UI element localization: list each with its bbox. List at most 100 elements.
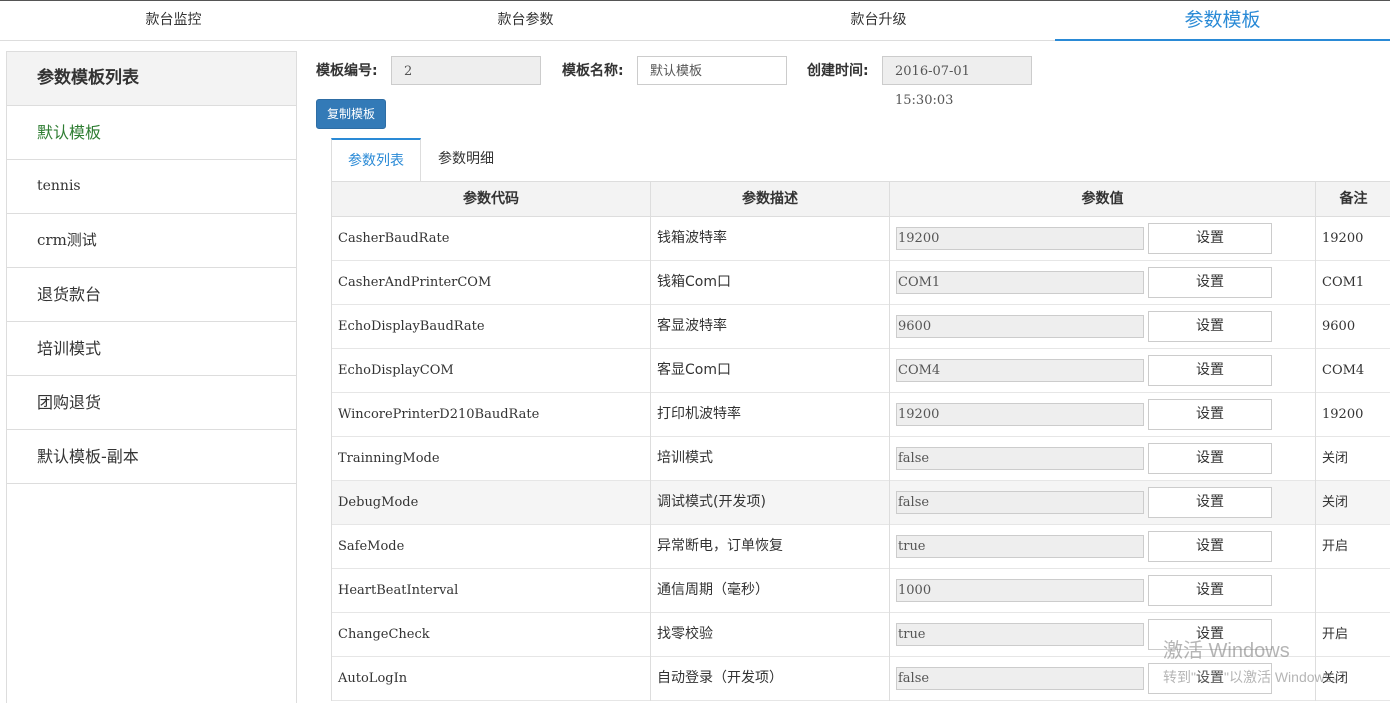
table-header: 参数代码 参数描述 参数值 备注 [332, 181, 1390, 217]
table-row: WincorePrinterD210BaudRate 打印机波特率 19200 设置 1… [332, 393, 1390, 437]
param-value-input[interactable]: 9600 [896, 315, 1144, 338]
table-body: CasherBaudRate 钱箱波特率 19200 设置 19200 CasherAnd… [332, 217, 1390, 701]
param-value-input[interactable]: false [896, 667, 1144, 690]
sidebar-item-return-pos[interactable]: 退货款台 [7, 268, 296, 322]
remark-cell: 开启 [1322, 627, 1349, 642]
template-no-field: 2 [391, 56, 541, 85]
param-value-input[interactable]: 1000 [896, 579, 1144, 602]
remark-cell: COM1 [1322, 275, 1365, 290]
table-row: CasherAndPrinterCOM 钱箱Com口 COM1 设置 COM1 [332, 261, 1390, 305]
param-value-cell: 19200 设置 [890, 217, 1316, 261]
param-value-input[interactable]: false [896, 491, 1144, 514]
header-desc: 参数描述 [651, 182, 890, 216]
set-button[interactable]: 设置 [1148, 355, 1272, 386]
param-desc-cell: 客显波特率 [651, 305, 890, 349]
param-code-cell: ChangeCheck [332, 613, 651, 657]
set-button[interactable]: 设置 [1148, 311, 1272, 342]
sidebar-item-training[interactable]: 培训模式 [7, 322, 296, 376]
param-code-cell: AutoLogIn [332, 657, 651, 701]
param-desc-cell: 异常断电，订单恢复 [651, 525, 890, 569]
created-time-label: 创建时间: [807, 63, 869, 79]
param-value-input[interactable]: COM4 [896, 359, 1144, 382]
param-desc-cell: 培训模式 [651, 437, 890, 481]
param-value-cell: 9600 设置 [890, 305, 1316, 349]
param-value-cell: true 设置 [890, 525, 1316, 569]
remark-cell: 19200 [1322, 231, 1364, 246]
param-table: 参数代码 参数描述 参数值 备注 CasherBaudRate 钱箱波特率 1920… [331, 181, 1390, 701]
set-button[interactable]: 设置 [1148, 443, 1272, 474]
sidebar-item-group-return[interactable]: 团购退货 [7, 376, 296, 430]
set-button[interactable]: 设置 [1148, 399, 1272, 430]
param-value-input[interactable]: false [896, 447, 1144, 470]
header-code: 参数代码 [332, 182, 651, 216]
created-time-field: 2016-07-01 15:30:03 [882, 56, 1032, 108]
tab-templates[interactable]: 参数模板 [1055, 0, 1390, 41]
param-code-cell: WincorePrinterD210BaudRate [332, 393, 651, 437]
sub-tabs: 参数列表 参数明细 [331, 138, 1390, 182]
remark-cell: 关闭 [1322, 451, 1349, 466]
sidebar-title: 参数模板列表 [7, 52, 296, 106]
tab-param-list[interactable]: 参数列表 [331, 138, 421, 182]
set-button[interactable]: 设置 [1148, 267, 1272, 298]
table-row: EchoDisplayBaudRate 客显波特率 9600 设置 9600 [332, 305, 1390, 349]
param-desc-cell: 钱箱Com口 [651, 261, 890, 305]
param-value-input[interactable]: COM1 [896, 271, 1144, 294]
template-name-field[interactable]: 默认模板 [637, 56, 787, 85]
param-value-input[interactable]: 19200 [896, 227, 1144, 250]
sidebar-item-crm-test[interactable]: crm测试 [7, 214, 296, 268]
param-desc-cell: 打印机波特率 [651, 393, 890, 437]
sidebar-item-default[interactable]: 默认模板 [7, 106, 296, 160]
param-value-cell: 19200 设置 [890, 393, 1316, 437]
param-value-input[interactable]: true [896, 623, 1144, 646]
param-code-cell: EchoDisplayCOM [332, 349, 651, 393]
set-button[interactable]: 设置 [1148, 223, 1272, 254]
param-code-cell: SafeMode [332, 525, 651, 569]
remark-cell: 关闭 [1322, 495, 1349, 510]
param-value-input[interactable]: 19200 [896, 403, 1144, 426]
copy-template-button[interactable]: 复制模板 [316, 99, 386, 129]
header-remark: 备注 [1339, 191, 1368, 207]
param-code-cell: CasherBaudRate [332, 217, 651, 261]
param-desc-cell: 客显Com口 [651, 349, 890, 393]
tab-params[interactable]: 款台参数 [352, 0, 699, 40]
set-button[interactable]: 设置 [1148, 619, 1272, 650]
table-row: ChangeCheck 找零校验 true 设置 开启 [332, 613, 1390, 657]
tab-monitor[interactable]: 款台监控 [0, 0, 347, 40]
sidebar-item-default-copy[interactable]: 默认模板-副本 [7, 430, 296, 484]
param-value-input[interactable]: true [896, 535, 1144, 558]
table-row: TrainningMode 培训模式 false 设置 关闭 [332, 437, 1390, 481]
template-no-label: 模板编号: [316, 63, 378, 79]
param-code-cell: EchoDisplayBaudRate [332, 305, 651, 349]
remark-cell: 19200 [1322, 407, 1364, 422]
table-row: AutoLogIn 自动登录（开发项） false 设置 关闭 [332, 657, 1390, 701]
tab-upgrade[interactable]: 款台升级 [705, 0, 1052, 40]
remark-cell: 关闭 [1322, 671, 1349, 686]
param-code-cell: CasherAndPrinterCOM [332, 261, 651, 305]
template-name-label: 模板名称: [562, 63, 624, 79]
set-button[interactable]: 设置 [1148, 663, 1272, 694]
remark-cell: 9600 [1322, 319, 1356, 334]
remark-cell [1316, 569, 1390, 613]
param-desc-cell: 找零校验 [651, 613, 890, 657]
table-row: SafeMode 异常断电，订单恢复 true 设置 开启 [332, 525, 1390, 569]
param-code-cell: DebugMode [332, 481, 651, 525]
set-button[interactable]: 设置 [1148, 575, 1272, 606]
param-desc-cell: 自动登录（开发项） [651, 657, 890, 701]
header-value: 参数值 [890, 182, 1316, 216]
set-button[interactable]: 设置 [1148, 531, 1272, 562]
remark-cell: COM4 [1322, 363, 1365, 378]
tab-param-detail[interactable]: 参数明细 [421, 138, 511, 181]
param-value-cell: false 设置 [890, 437, 1316, 481]
table-row: EchoDisplayCOM 客显Com口 COM4 设置 COM4 [332, 349, 1390, 393]
param-code-cell: HeartBeatInterval [332, 569, 651, 613]
template-list-sidebar: 参数模板列表 默认模板 tennis crm测试 退货款台 培训模式 团购退货 … [6, 51, 297, 703]
table-row: CasherBaudRate 钱箱波特率 19200 设置 19200 [332, 217, 1390, 261]
sidebar-item-tennis[interactable]: tennis [7, 160, 296, 214]
param-code-cell: TrainningMode [332, 437, 651, 481]
param-value-cell: COM1 设置 [890, 261, 1316, 305]
top-nav: 款台监控 款台参数 款台升级 参数模板 [0, 0, 1390, 41]
param-desc-cell: 钱箱波特率 [651, 217, 890, 261]
set-button[interactable]: 设置 [1148, 487, 1272, 518]
param-value-cell: false 设置 [890, 657, 1316, 701]
param-desc-cell: 调试模式(开发项) [651, 481, 890, 525]
